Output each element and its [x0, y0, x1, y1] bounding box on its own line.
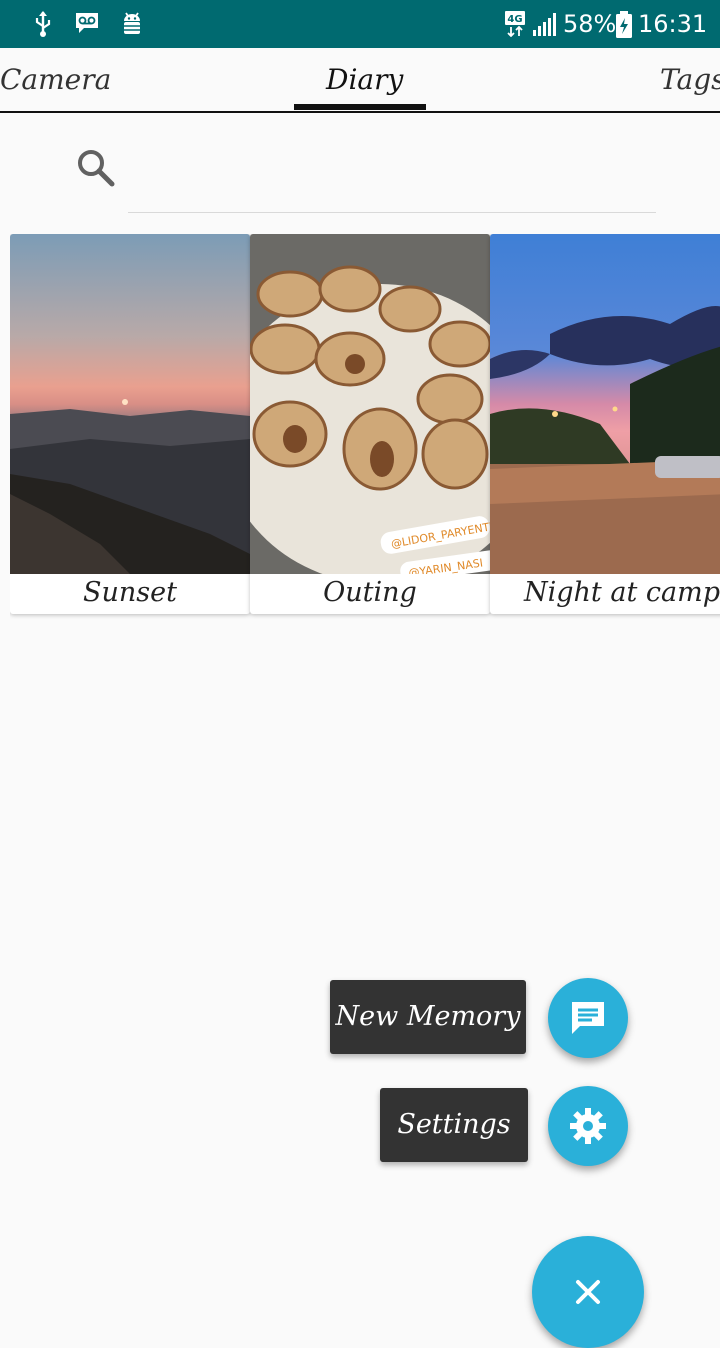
close-menu-button[interactable] — [532, 1236, 644, 1348]
memory-photo — [10, 234, 250, 574]
search-input[interactable] — [128, 142, 656, 213]
android-debug-icon — [124, 12, 140, 34]
memory-card-outing[interactable]: @LIDOR_PARYENTE @YARIN_NASI Outing — [250, 234, 490, 614]
new-memory-label[interactable]: New Memory — [330, 980, 526, 1054]
tab-camera[interactable]: Camera — [0, 62, 111, 98]
status-bar: 4G 58% 16:31 — [0, 0, 720, 48]
memory-photo — [490, 234, 720, 574]
tab-diary[interactable]: Diary — [326, 62, 403, 98]
clock: 16:31 — [638, 10, 708, 38]
network-4g-icon: 4G — [505, 11, 525, 37]
memory-card-night-at-campus[interactable]: Night at campu — [490, 234, 720, 614]
voicemail-icon — [76, 13, 98, 33]
memory-list: Sunset @LIDOR_PARYENTE @YARIN_NASI Outin… — [10, 234, 720, 624]
memory-title: Sunset — [83, 577, 177, 608]
tab-bar: Camera Diary Tags — [0, 48, 720, 113]
memory-title: Outing — [323, 577, 417, 608]
memory-title: Night at campu — [524, 577, 720, 608]
tab-tags[interactable]: Tags — [660, 62, 720, 98]
gear-icon — [570, 1108, 606, 1144]
close-icon — [576, 1280, 600, 1304]
settings-label[interactable]: Settings — [380, 1088, 528, 1162]
message-icon — [572, 1002, 604, 1034]
tab-indicator — [294, 104, 426, 110]
memory-card-sunset[interactable]: Sunset — [10, 234, 250, 614]
new-memory-button[interactable] — [548, 978, 628, 1058]
signal-icon — [533, 13, 556, 36]
battery-icon — [616, 11, 632, 38]
memory-photo: @LIDOR_PARYENTE @YARIN_NASI — [250, 234, 490, 574]
battery-percent: 58% — [563, 10, 617, 38]
svg-text:4G: 4G — [507, 14, 522, 25]
settings-button[interactable] — [548, 1086, 628, 1166]
usb-icon — [35, 11, 51, 37]
search-icon[interactable] — [76, 148, 116, 188]
